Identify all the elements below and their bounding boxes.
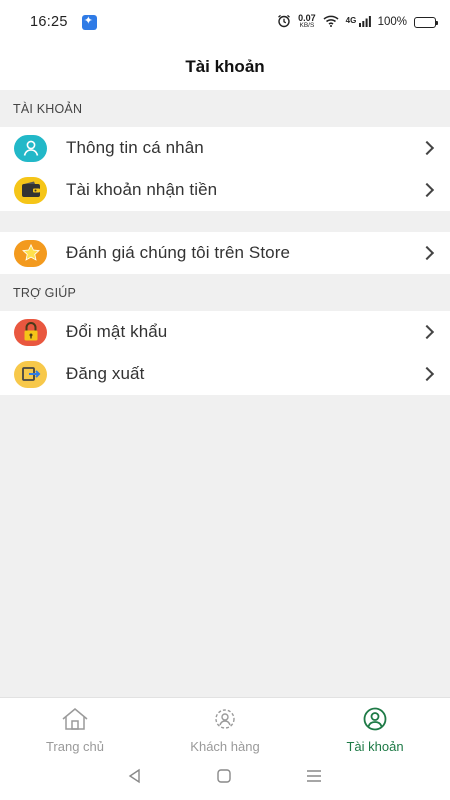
tab-home[interactable]: Trang chủ [0,698,150,757]
tab-customers[interactable]: Khách hàng [150,698,300,757]
chevron-right-icon [419,140,435,156]
tab-label: Khách hàng [190,739,260,754]
tab-account[interactable]: Tài khoản [300,698,450,757]
app-notification-icon [81,14,97,30]
menu-item-change-password[interactable]: Đổi mật khẩu [0,311,450,353]
section-label-help: TRỢ GIÚP [13,285,77,300]
bottom-nav: Trang chủ Khách hàng Tài khoản [0,697,450,757]
menu-item-rate-store[interactable]: Đánh giá chúng tôi trên Store [0,232,450,274]
alarm-icon [277,14,291,31]
user-profile-icon [14,134,47,162]
star-icon [14,239,47,267]
lock-icon [14,318,47,346]
page-title: Tài khoản [185,57,265,76]
signal-type-label: 4G [345,15,357,25]
signal-bars-icon [358,15,371,27]
status-indicators: 0.07 KB/S 4G 100% [277,14,438,31]
home-button-icon[interactable] [216,768,232,789]
wifi-icon [323,15,339,30]
menu-label: Tài khoản nhận tiền [66,180,218,199]
menu-item-personal-info[interactable]: Thông tin cá nhân [0,127,450,169]
net-speed-value: 0.07 [298,13,316,23]
status-bar: 16:25 0.07 KB/S 4G 100% [0,0,450,44]
menu-label: Đăng xuất [66,364,145,383]
net-speed: 0.07 KB/S [298,14,316,30]
rate-menu-group: Đánh giá chúng tôi trên Store [0,232,450,274]
net-speed-unit: KB/S [299,22,315,29]
tab-label: Tài khoản [346,739,404,754]
menu-label: Đánh giá chúng tôi trên Store [66,243,291,262]
customers-icon [210,707,240,736]
logout-icon [14,360,47,388]
tab-label: Trang chủ [45,739,105,754]
home-icon [60,707,90,736]
battery-icon [414,16,438,28]
chevron-right-icon [419,182,435,198]
battery-percent: 100% [377,16,407,28]
menu-label: Đổi mật khẩu [66,322,168,341]
account-icon [360,707,390,736]
chevron-right-icon [419,245,435,261]
recents-menu-icon[interactable] [305,768,323,789]
account-menu-group: Thông tin cá nhân Tài khoản nhận tiền [0,127,450,211]
menu-item-logout[interactable]: Đăng xuất [0,353,450,395]
chevron-right-icon [419,366,435,382]
chevron-right-icon [419,324,435,340]
menu-item-payout-account[interactable]: Tài khoản nhận tiền [0,169,450,211]
status-time: 16:25 [30,14,68,30]
help-menu-group: Đổi mật khẩu Đăng xuất [0,311,450,395]
system-nav-bar [0,757,450,800]
section-label-account: TÀI KHOẢN [13,101,83,116]
wallet-icon [14,176,47,204]
cell-signal: 4G [345,15,371,29]
back-icon[interactable] [127,768,143,789]
menu-label: Thông tin cá nhân [66,138,204,157]
app-header: Tài khoản [0,44,450,90]
